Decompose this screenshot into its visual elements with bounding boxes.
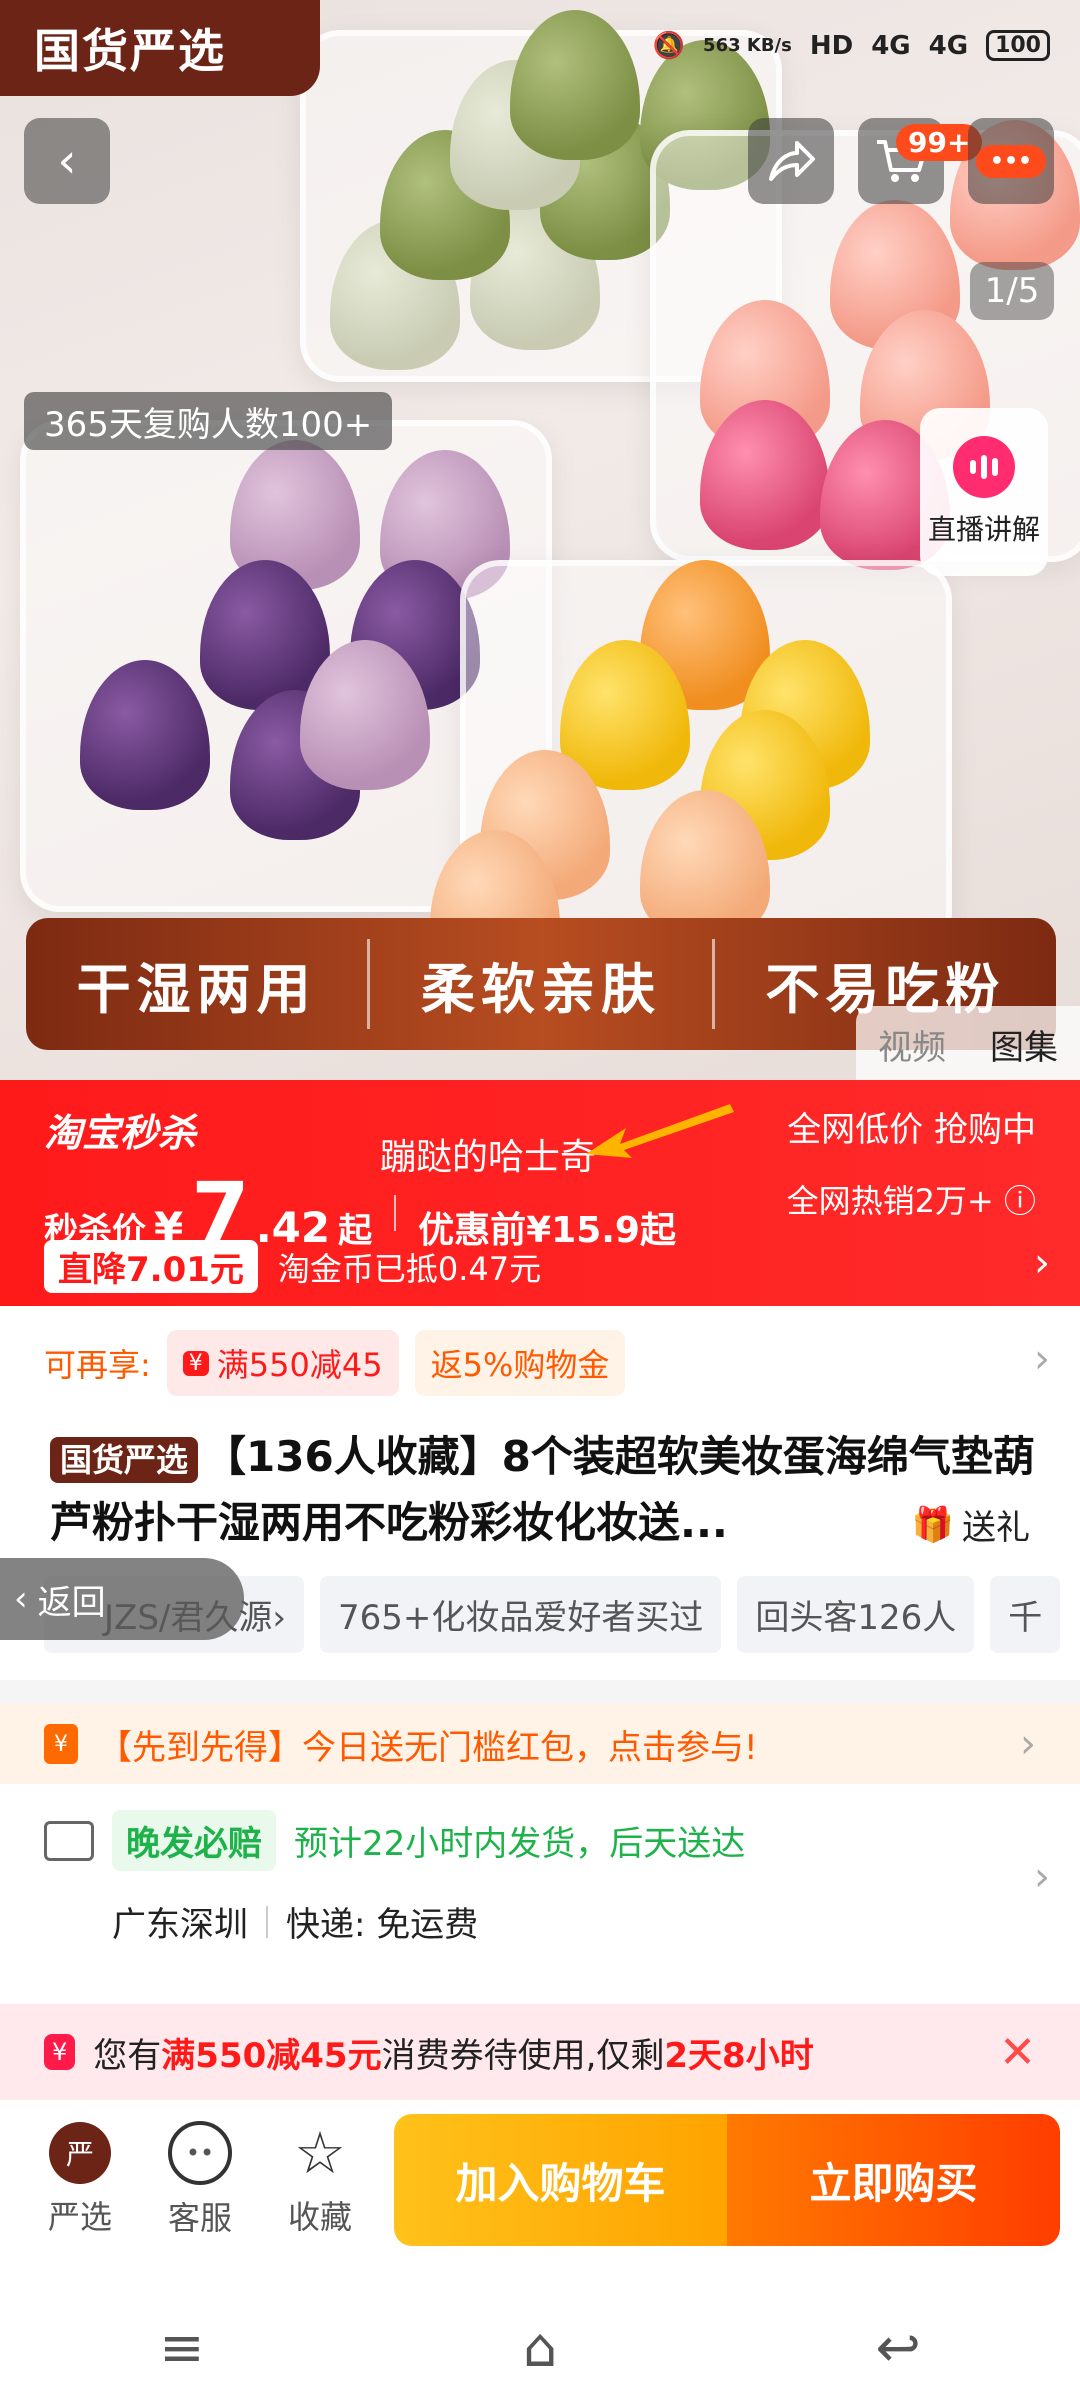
lowest-price-note: 全网低价 抢购中 <box>787 1110 1036 1150</box>
favorite-button[interactable]: ☆ 收藏 <box>260 2122 380 2238</box>
customer-service-button[interactable]: •• 客服 <box>140 2121 260 2239</box>
truck-icon <box>44 1820 94 1861</box>
chip-buyers[interactable]: 765+化妆品爱好者买过 <box>319 1576 722 1653</box>
signal-4g-2: 4G <box>928 30 969 61</box>
brand-text: 国货严选 <box>34 24 226 78</box>
coupon-mid: 消费券待使用,仅剩 <box>381 2035 665 2076</box>
red-packet-icon: ¥ <box>44 1724 78 1764</box>
seckill-logo: 淘宝秒杀 <box>44 1111 197 1155</box>
price-drop-row: 直降7.01元 淘金币已抵0.47元 <box>44 1240 541 1293</box>
chevron-left-icon: ‹ <box>14 1579 28 1619</box>
store-button[interactable]: 严 严选 <box>20 2122 140 2238</box>
chevron-right-icon: › <box>1034 1240 1050 1286</box>
more-button[interactable]: ••• <box>968 118 1054 204</box>
ship-origin: 广东深圳 <box>112 1905 248 1945</box>
signal-4g-1: 4G <box>871 30 911 61</box>
system-nav-bar: ≡ ⌂ ↩ <box>0 2290 1080 2404</box>
hot-sales-note: 全网热销2万+ ⓘ <box>786 1182 1036 1220</box>
price-divider <box>394 1195 397 1231</box>
shipping-detail-row: 广东深圳 快递: 免运费 <box>44 1897 1044 1946</box>
tab-video[interactable]: 视频 <box>856 1006 968 1080</box>
mute-icon: 🔕 <box>652 30 686 61</box>
feature-2: 柔软亲肤 <box>420 957 661 1021</box>
net-speed: 563 KB/s <box>703 34 792 56</box>
gift-icon: 🎁 <box>911 1504 954 1545</box>
chip-more[interactable]: 千 <box>990 1576 1061 1653</box>
status-brand-logo: 国货严选 <box>0 0 320 96</box>
service-icon: •• <box>168 2121 232 2185</box>
price-banner[interactable]: 淘宝秒杀 蹦跶的哈士奇 秒杀价 ¥ 7 .42 起 优惠前¥15.9起 全网低价… <box>0 1080 1080 1306</box>
bottom-action-bar: 严 严选 •• 客服 ☆ 收藏 加入购物车 立即购买 <box>0 2100 1080 2260</box>
coupon-icon: ¥ <box>44 2034 76 2070</box>
hd-icon: HD <box>809 30 854 61</box>
delivery-eta: 预计22小时内发货，后天送达 <box>294 1824 746 1864</box>
feature-1: 干湿两用 <box>76 957 317 1021</box>
media-tabs: 视频 图集 <box>856 1006 1080 1080</box>
chevron-right-icon: › <box>1020 1721 1036 1767</box>
buy-now-button[interactable]: 立即购买 <box>727 2114 1060 2246</box>
coupon-reminder[interactable]: ¥ 您有满550减45元消费券待使用,仅剩2天8小时 ✕ <box>0 2004 1080 2100</box>
brand-tag: 国货严选 <box>50 1436 199 1483</box>
promo-text: 【先到先得】今日送无门槛红包，点击参与! <box>98 1727 758 1768</box>
coupon-tag: ¥ 满550减45 <box>166 1330 399 1396</box>
live-icon <box>953 436 1015 498</box>
back-nav-icon[interactable]: ↩ <box>876 2316 921 2379</box>
service-label: 客服 <box>167 2199 232 2237</box>
ship-express: 快递: 免运费 <box>286 1905 479 1945</box>
coupon-tag-text: 满550减45 <box>216 1346 383 1384</box>
shipping-row: 晚发必赔 预计22小时内发货，后天送达 <box>44 1810 1044 1871</box>
share-icon <box>769 141 815 181</box>
home-icon[interactable]: ⌂ <box>523 2316 557 2379</box>
return-label: 返回 <box>37 1582 106 1623</box>
coin-deduct: 淘金币已抵0.47元 <box>277 1249 542 1288</box>
coupon-pre: 您有 <box>93 2035 162 2076</box>
battery-icon: 100 <box>986 30 1050 61</box>
chevron-right-icon: › <box>1034 1336 1050 1382</box>
price-drop-badge: 直降7.01元 <box>44 1240 258 1293</box>
coupon-amount: 满550减45元 <box>161 2035 382 2076</box>
menu-icon[interactable]: ≡ <box>159 2316 204 2379</box>
offers-label: 可再享: <box>44 1346 151 1384</box>
image-counter: 1/5 <box>970 262 1054 320</box>
live-label: 直播讲解 <box>927 513 1040 546</box>
gift-button[interactable]: 🎁 送礼 <box>901 1500 1030 1549</box>
product-title: 国货严选 【136人收藏】8个装超软美妆蛋海绵气垫葫芦粉扑干湿两用不吃粉彩妆化妆送… <box>50 1424 1040 1556</box>
cta-group: 加入购物车 立即购买 <box>394 2114 1060 2246</box>
favorite-label: 收藏 <box>287 2198 352 2236</box>
repurchase-badge: 365天复购人数100+ <box>24 392 393 450</box>
arrow-icon <box>586 1104 734 1158</box>
star-icon: ☆ <box>294 2119 346 2187</box>
cashback-tag: 返5%购物金 <box>414 1330 626 1396</box>
store-icon: 严 <box>49 2122 111 2184</box>
status-bar-right: 🔕 563 KB/s HD 4G 4G 100 <box>653 30 1050 61</box>
coupon-time-left: 2天8小时 <box>664 2035 814 2076</box>
more-icon: ••• <box>975 144 1047 178</box>
promo-banner[interactable]: ¥ 【先到先得】今日送无门槛红包，点击参与! › <box>0 1704 1080 1784</box>
divider <box>266 1905 268 1938</box>
coupon-icon: ¥ <box>182 1350 209 1376</box>
share-button[interactable] <box>748 118 834 204</box>
store-label: 严选 <box>47 2198 112 2236</box>
coupon-text: 您有满550减45元消费券待使用,仅剩2天8小时 <box>93 2028 813 2077</box>
late-guarantee-tag: 晚发必赔 <box>112 1810 276 1871</box>
gift-label: 送礼 <box>962 1508 1030 1548</box>
live-explain-button[interactable]: 直播讲解 <box>920 408 1048 576</box>
shipping-info[interactable]: 晚发必赔 预计22小时内发货，后天送达 广东深圳 快递: 免运费 <box>44 1810 1044 1946</box>
chevron-right-icon: › <box>1034 1854 1050 1900</box>
return-pill[interactable]: ‹ 返回 <box>0 1558 244 1640</box>
tab-gallery[interactable]: 图集 <box>968 1006 1080 1080</box>
close-icon[interactable]: ✕ <box>999 2027 1036 2078</box>
section-divider <box>0 1680 1080 1704</box>
chevron-left-icon: ‹ <box>57 133 77 189</box>
back-button[interactable]: ‹ <box>24 118 110 204</box>
chip-repeat[interactable]: 回头客126人 <box>737 1576 975 1653</box>
add-to-cart-button[interactable]: 加入购物车 <box>394 2114 727 2246</box>
extra-offers[interactable]: 可再享: ¥ 满550减45 返5%购物金 <box>44 1330 626 1396</box>
